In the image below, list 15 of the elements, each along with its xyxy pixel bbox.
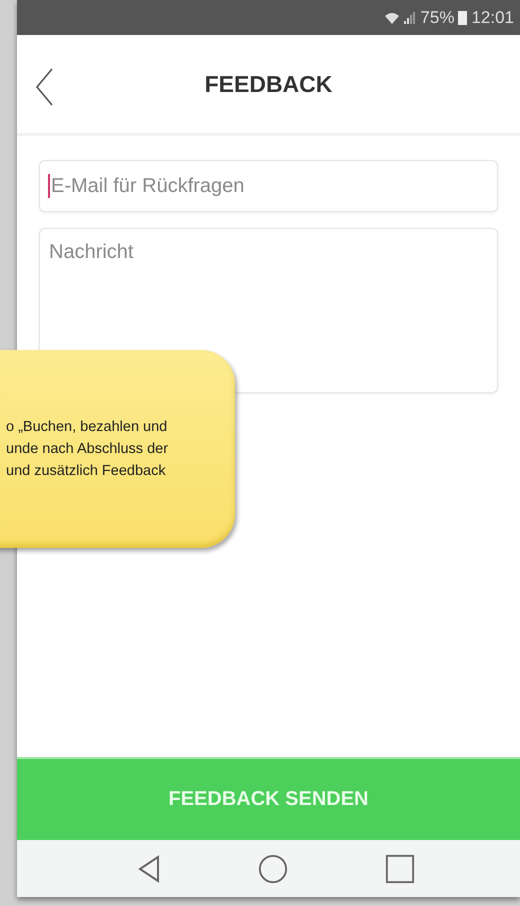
callout-text: und zusätzlich Feedback [6, 463, 167, 479]
wifi-icon [384, 12, 400, 24]
email-field[interactable]: E-Mail für Rückfragen [39, 160, 498, 212]
back-icon[interactable] [34, 67, 54, 107]
battery-icon [458, 10, 468, 25]
battery-percent: 75% [420, 8, 454, 28]
back-icon[interactable] [137, 854, 161, 882]
callout-text: o „Buchen, bezahlen und [6, 419, 168, 435]
recent-apps-icon[interactable] [385, 854, 415, 884]
clock-time: 12:01 [471, 8, 514, 28]
callout-text: unde nach Abschluss der [6, 441, 170, 457]
submit-button[interactable]: FEEDBACK SENDEN [17, 757, 520, 840]
screen-title: FEEDBACK [204, 70, 332, 98]
home-icon[interactable] [258, 854, 288, 884]
signal-icon [404, 12, 416, 24]
